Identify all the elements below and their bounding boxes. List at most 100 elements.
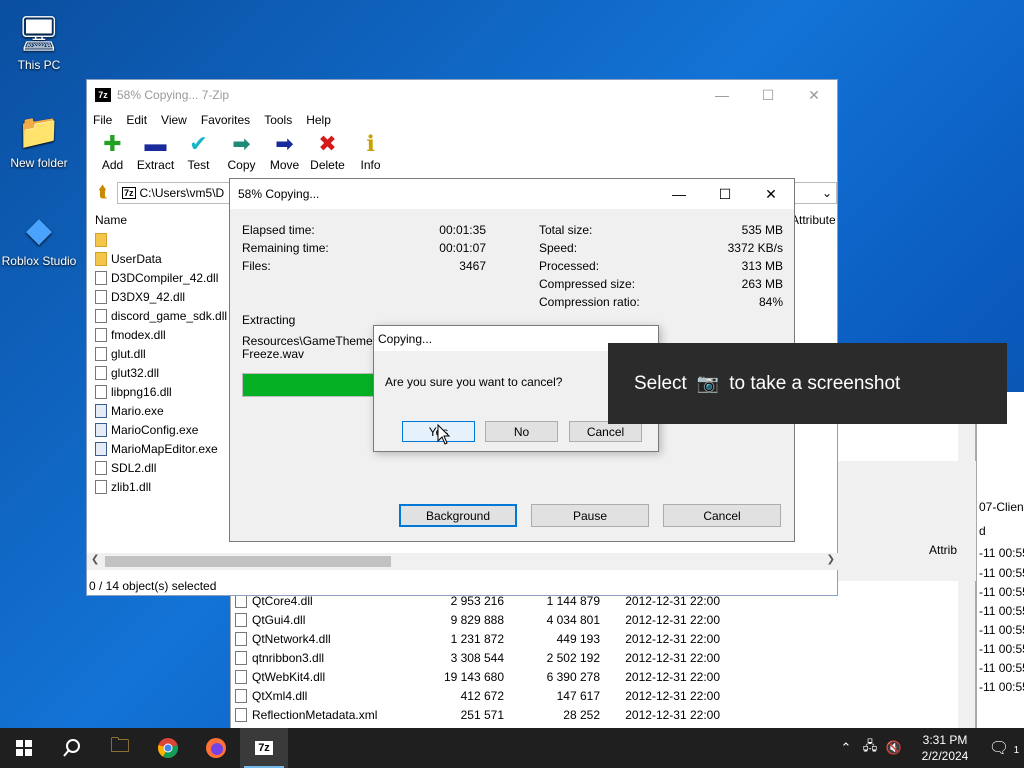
extract-button[interactable]: ▬ Extract xyxy=(134,130,177,172)
attrib-column-header[interactable]: Attrib xyxy=(929,543,957,557)
7zip-taskbar-button[interactable]: 7z xyxy=(240,728,288,768)
network-icon[interactable]: 🖧 xyxy=(858,737,882,759)
start-button[interactable] xyxy=(0,728,48,768)
file-explorer-button[interactable]: 🗀 xyxy=(96,728,144,768)
desktop-icon-roblox-studio[interactable]: ◆ Roblox Studio xyxy=(0,208,79,268)
attribute-column-header[interactable]: Attribute xyxy=(791,213,836,227)
scroll-right-icon[interactable]: ❯ xyxy=(827,554,835,565)
file-icon xyxy=(95,308,107,323)
no-button[interactable]: No xyxy=(485,421,558,442)
pause-button[interactable]: Pause xyxy=(531,504,649,527)
table-row[interactable]: QtNetwork4.dll 1 231 872 449 193 2012-12-31… xyxy=(231,629,977,648)
current-file-path: Resources\GameThemes\S xyxy=(242,334,391,348)
cancel-button[interactable]: Cancel xyxy=(569,421,642,442)
chevron-up-icon[interactable]: ⌃ xyxy=(834,740,858,756)
7zip-app-icon: 7z xyxy=(255,741,273,755)
tip-text-before: Select xyxy=(634,372,687,394)
file-icon xyxy=(235,631,247,646)
volume-muted-icon[interactable]: 🔇 xyxy=(882,740,906,756)
delete-button[interactable]: ✖ Delete xyxy=(306,130,349,172)
copy-arrow-icon: ➡ xyxy=(232,131,251,156)
folder-icon: 📁 xyxy=(17,113,61,151)
computer-icon: 🖥 xyxy=(17,15,61,53)
minimize-button[interactable]: — xyxy=(699,80,745,110)
notification-count: 1 xyxy=(1013,745,1020,756)
mouse-cursor-icon xyxy=(437,424,451,445)
horizontal-scrollbar[interactable]: ❮ ❯ xyxy=(87,553,839,570)
file-icon xyxy=(235,707,247,722)
table-row[interactable]: ReflectionMetadata.xml 251 571 28 252 2012-… xyxy=(231,705,977,724)
system-tray: ⌃ 🖧 🔇 3:31 PM 2/2/2024 🗨 1 xyxy=(834,728,1024,768)
desktop-icon-this-pc[interactable]: 🖥 This PC xyxy=(0,12,79,72)
menu-tools[interactable]: Tools xyxy=(264,113,292,127)
7zip-app-icon: 7z xyxy=(95,88,111,102)
add-button[interactable]: ✚ Add xyxy=(91,130,134,172)
search-button[interactable] xyxy=(48,728,96,768)
chevron-down-icon[interactable]: ⌄ xyxy=(822,186,832,200)
scrollbar-thumb[interactable] xyxy=(105,556,391,567)
minimize-button[interactable]: — xyxy=(656,179,702,209)
notification-center-button[interactable]: 🗨 1 xyxy=(984,738,1024,758)
test-button[interactable]: ✔ Test xyxy=(177,130,220,172)
info-icon: ℹ xyxy=(366,131,375,156)
exe-icon xyxy=(95,422,107,437)
desktop-icon-new-folder[interactable]: 📁 New folder xyxy=(0,110,79,170)
plus-icon: ✚ xyxy=(103,131,122,156)
menu-file[interactable]: File xyxy=(93,113,112,127)
firefox-button[interactable] xyxy=(192,728,240,768)
move-button[interactable]: ➡ Move xyxy=(263,130,306,172)
desktop-icon-label: This PC xyxy=(17,58,61,72)
delete-x-icon: ✖ xyxy=(318,131,337,156)
background-button[interactable]: Background xyxy=(399,504,517,527)
tip-text-after: to take a screenshot xyxy=(729,372,901,394)
file-icon xyxy=(235,650,247,665)
file-icon xyxy=(95,289,107,304)
file-icon xyxy=(95,270,107,285)
firefox-icon xyxy=(206,738,226,758)
notification-icon: 🗨 xyxy=(988,740,1010,757)
address-path: C:\Users\vm5\D xyxy=(139,186,225,200)
vertical-scrollbar[interactable] xyxy=(958,391,975,731)
file-icon xyxy=(95,327,107,342)
name-column-header[interactable]: Name xyxy=(95,213,127,227)
cancel-button[interactable]: Cancel xyxy=(663,504,781,527)
menu-help[interactable]: Help xyxy=(306,113,331,127)
background-file-list: QtCore4.dll 2 953 216 1 144 879 2012-12-31 … xyxy=(231,591,977,724)
operation-label: Extracting xyxy=(242,313,296,327)
roblox-studio-icon: ◆ xyxy=(25,211,53,249)
table-row[interactable]: QtWebKit4.dll 19 143 680 6 390 278 2012-12-… xyxy=(231,667,977,686)
file-icon xyxy=(235,669,247,684)
exe-icon xyxy=(95,403,107,418)
info-button[interactable]: ℹ Info xyxy=(349,130,392,172)
progress-title-bar[interactable]: 58% Copying... — ☐ ✕ xyxy=(230,179,794,209)
title-bar[interactable]: 7z 58% Copying... 7-Zip — ☐ ✕ xyxy=(87,80,837,110)
scroll-left-icon[interactable]: ❮ xyxy=(91,554,99,565)
desktop-icon-label: New folder xyxy=(10,156,68,170)
file-icon xyxy=(95,460,107,475)
close-button[interactable]: ✕ xyxy=(791,80,837,110)
clock[interactable]: 3:31 PM 2/2/2024 xyxy=(906,732,984,764)
menu-edit[interactable]: Edit xyxy=(126,113,147,127)
maximize-button[interactable]: ☐ xyxy=(745,80,791,110)
chrome-button[interactable] xyxy=(144,728,192,768)
folder-icon: 🗀 xyxy=(110,735,130,757)
close-button[interactable]: ✕ xyxy=(748,179,794,209)
table-row[interactable]: qtnribbon3.dll 3 308 544 2 502 192 2012-12-… xyxy=(231,648,977,667)
copy-button[interactable]: ➡ Copy xyxy=(220,130,263,172)
menu-view[interactable]: View xyxy=(161,113,187,127)
chrome-icon xyxy=(158,738,178,758)
table-row[interactable]: QtXml4.dll 412 672 147 617 2012-12-31 22:00 xyxy=(231,686,977,705)
maximize-button[interactable]: ☐ xyxy=(702,179,748,209)
desktop-icon-label: Roblox Studio xyxy=(1,254,77,268)
file-icon xyxy=(235,688,247,703)
minus-icon: ▬ xyxy=(144,131,167,156)
status-bar: 0 / 14 object(s) selected xyxy=(89,579,217,593)
window-title: 58% Copying... 7-Zip xyxy=(117,88,230,102)
screenshot-tip: Select 📷 to take a screenshot xyxy=(608,343,1007,424)
menu-bar: File Edit View Favorites Tools Help xyxy=(87,110,837,130)
table-row[interactable]: QtGui4.dll 9 829 888 4 034 801 2012-12-31 2… xyxy=(231,610,977,629)
menu-favorites[interactable]: Favorites xyxy=(201,113,250,127)
toolbar: ✚ Add ▬ Extract ✔ Test ➡ Copy ➡ Move ✖ Delete … xyxy=(87,130,837,176)
up-folder-icon[interactable]: ⮬ xyxy=(93,183,113,203)
checkmark-icon: ✔ xyxy=(189,131,208,156)
